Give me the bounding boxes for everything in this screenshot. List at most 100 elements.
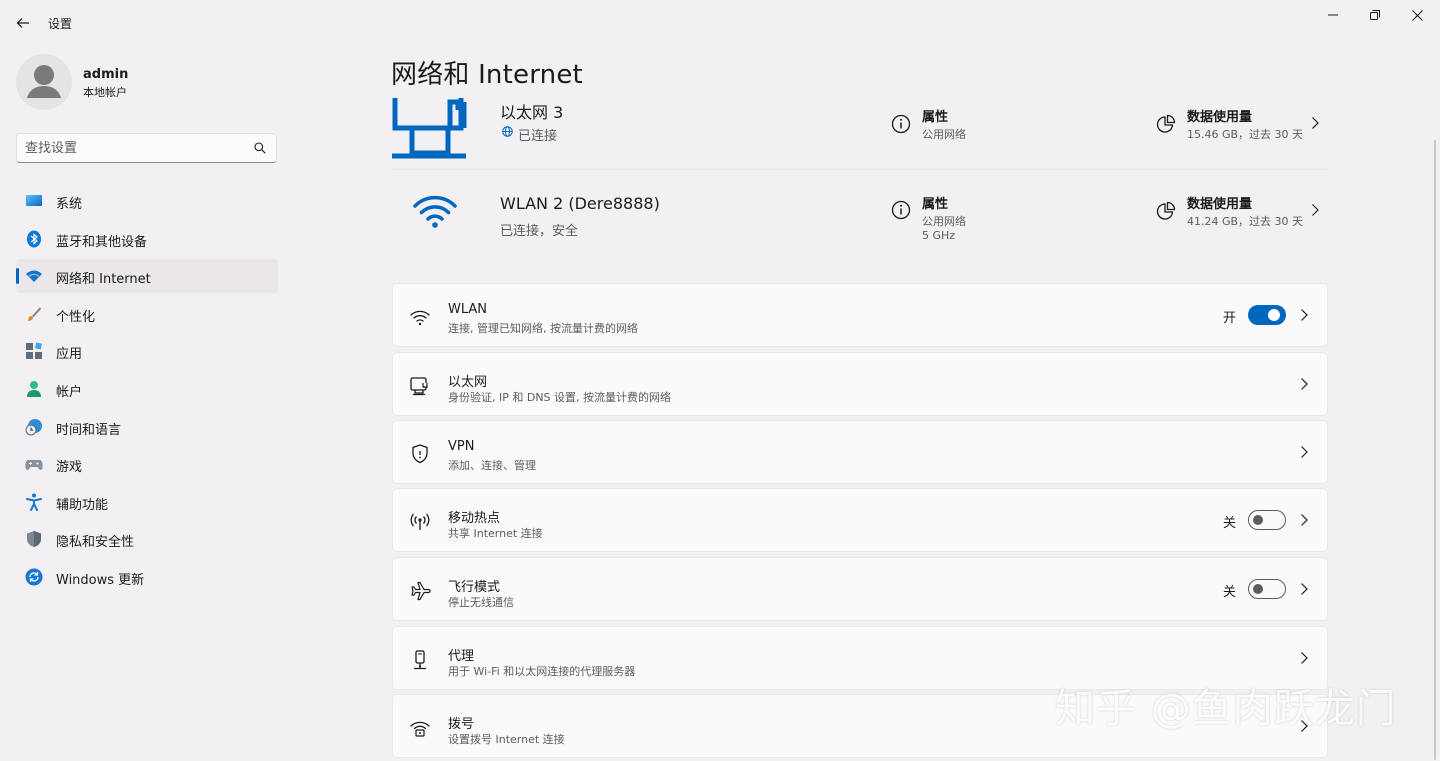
sidebar-item-system[interactable]: 系统: [16, 184, 278, 218]
ethernet-icon: [410, 377, 428, 396]
data-usage-link[interactable]: 数据使用量: [1187, 193, 1252, 212]
person-icon: [27, 380, 41, 397]
sidebar-item-windows-update[interactable]: Windows 更新: [16, 560, 278, 594]
data-usage-icon: [1156, 201, 1176, 220]
dialup-icon: [410, 721, 430, 737]
back-button[interactable]: [12, 12, 34, 34]
info-icon: [891, 200, 911, 220]
ethernet-large-icon: [392, 98, 467, 159]
sidebar-item-label: 游戏: [56, 460, 83, 476]
update-icon: [25, 568, 43, 586]
wlan-toggle[interactable]: [1248, 305, 1286, 325]
sidebar-item-accounts[interactable]: 帐户: [16, 372, 278, 406]
proxy-icon: [414, 650, 426, 670]
chevron-right-icon: [1301, 583, 1308, 595]
sidebar-item-apps[interactable]: 应用: [16, 334, 278, 368]
toggle-state-label: 开: [1222, 311, 1236, 326]
sidebar-item-accessibility[interactable]: 辅助功能: [16, 485, 278, 519]
brush-icon: [28, 306, 41, 321]
hotspot-toggle[interactable]: [1248, 510, 1286, 530]
page-title: 网络和 Internet: [391, 60, 583, 90]
toggle-state-label: 关: [1222, 516, 1236, 531]
card-description: 用于 Wi-Fi 和以太网连接的代理服务器: [448, 665, 636, 678]
sidebar: admin 本地帐户 系统 蓝牙和其他设备 网络和 Internet 个性化 应…: [0, 44, 290, 761]
card-description: 连接, 管理已知网络, 按流量计费的网络: [448, 322, 638, 335]
sidebar-item-time-language[interactable]: 时间和语言: [16, 410, 278, 444]
sidebar-item-bluetooth[interactable]: 蓝牙和其他设备: [16, 222, 278, 256]
airplane-mode-toggle[interactable]: [1248, 579, 1286, 599]
connection-name: WLAN 2 (Dere8888): [500, 194, 660, 213]
chevron-right-icon[interactable]: [1310, 116, 1320, 130]
data-usage-icon: [1156, 114, 1176, 133]
sidebar-item-privacy[interactable]: 隐私和安全性: [16, 522, 278, 556]
minimize-button[interactable]: [1312, 4, 1354, 26]
search-icon[interactable]: [254, 142, 266, 154]
avatar[interactable]: [16, 54, 72, 110]
data-usage-link[interactable]: 数据使用量: [1187, 106, 1252, 125]
hotspot-icon: [410, 513, 430, 530]
restore-button[interactable]: [1354, 4, 1396, 26]
chevron-right-icon: [1301, 309, 1308, 321]
user-name: admin: [83, 67, 129, 82]
connection-status: 已连接: [518, 129, 558, 144]
card-title: WLAN: [448, 302, 488, 317]
search-box[interactable]: [16, 133, 277, 163]
properties-link[interactable]: 属性: [922, 106, 948, 125]
network-band: 5 GHz: [922, 229, 956, 242]
sidebar-item-personalization[interactable]: 个性化: [16, 297, 278, 331]
sidebar-item-gaming[interactable]: 游戏: [16, 447, 278, 481]
card-title: 飞行模式: [448, 580, 501, 595]
vpn-shield-icon: [412, 444, 428, 464]
globe-icon: [502, 126, 513, 137]
card-description: 设置拨号 Internet 连接: [448, 733, 565, 746]
accessibility-icon: [26, 493, 42, 511]
sidebar-item-label: 辅助功能: [56, 497, 109, 513]
wifi-icon: [26, 270, 42, 283]
connection-name: 以太网 3: [500, 103, 564, 122]
chevron-right-icon: [1301, 514, 1308, 526]
card-mobile-hotspot[interactable]: 移动热点 共享 Internet 连接 关: [392, 488, 1328, 552]
clock-globe-icon: [25, 418, 42, 436]
sidebar-item-network[interactable]: 网络和 Internet: [16, 259, 278, 294]
back-arrow-icon: [16, 18, 29, 28]
toggle-state-label: 关: [1222, 585, 1236, 600]
card-description: 停止无线通信: [448, 596, 514, 609]
chevron-right-icon: [1301, 652, 1308, 664]
connection-status: 已连接，安全: [500, 224, 579, 239]
bluetooth-icon: [27, 230, 41, 248]
properties-link[interactable]: 属性: [922, 193, 948, 212]
close-button[interactable]: [1396, 4, 1438, 26]
sidebar-item-label: Windows 更新: [56, 572, 145, 588]
wifi-large-icon: [413, 195, 457, 228]
sidebar-item-label: 应用: [56, 347, 83, 363]
sidebar-item-label: 时间和语言: [56, 422, 122, 438]
wifi-icon: [410, 310, 430, 326]
search-input[interactable]: [25, 139, 245, 157]
watermark: 知乎 @鱼肉跃龙门: [1055, 686, 1397, 732]
card-description: 添加、连接、管理: [448, 459, 536, 472]
card-title: VPN: [448, 439, 475, 454]
card-title: 代理: [448, 649, 475, 664]
toggle-knob: [1253, 515, 1263, 525]
card-wlan[interactable]: WLAN 连接, 管理已知网络, 按流量计费的网络 开: [392, 283, 1328, 347]
sidebar-item-label: 网络和 Internet: [56, 272, 151, 288]
apps-icon: [26, 342, 43, 360]
shield-icon: [27, 531, 41, 548]
chevron-right-icon: [1301, 446, 1308, 458]
connection-wlan[interactable]: WLAN 2 (Dere8888) 已连接，安全 属性 公用网络 5 GHz 数…: [392, 185, 1328, 255]
toggle-knob: [1253, 584, 1263, 594]
card-title: 拨号: [448, 717, 475, 732]
card-airplane-mode[interactable]: 飞行模式 停止无线通信 关: [392, 557, 1328, 621]
card-ethernet[interactable]: 以太网 身份验证, IP 和 DNS 设置, 按流量计费的网络: [392, 352, 1328, 416]
sidebar-item-label: 蓝牙和其他设备: [56, 234, 148, 250]
chevron-right-icon[interactable]: [1310, 203, 1320, 217]
network-profile: 公用网络: [922, 215, 966, 228]
card-vpn[interactable]: VPN 添加、连接、管理: [392, 420, 1328, 484]
account-type: 本地帐户: [83, 86, 127, 99]
toggle-knob: [1268, 309, 1280, 321]
card-title: 移动热点: [448, 511, 501, 526]
scrollbar[interactable]: [1434, 140, 1436, 760]
minimize-icon: [1328, 14, 1338, 16]
sidebar-item-label: 个性化: [56, 309, 96, 325]
connection-ethernet[interactable]: 以太网 3 已连接 属性 公用网络 数据使用量 15.46 GB，过去 30 天: [392, 98, 1328, 168]
